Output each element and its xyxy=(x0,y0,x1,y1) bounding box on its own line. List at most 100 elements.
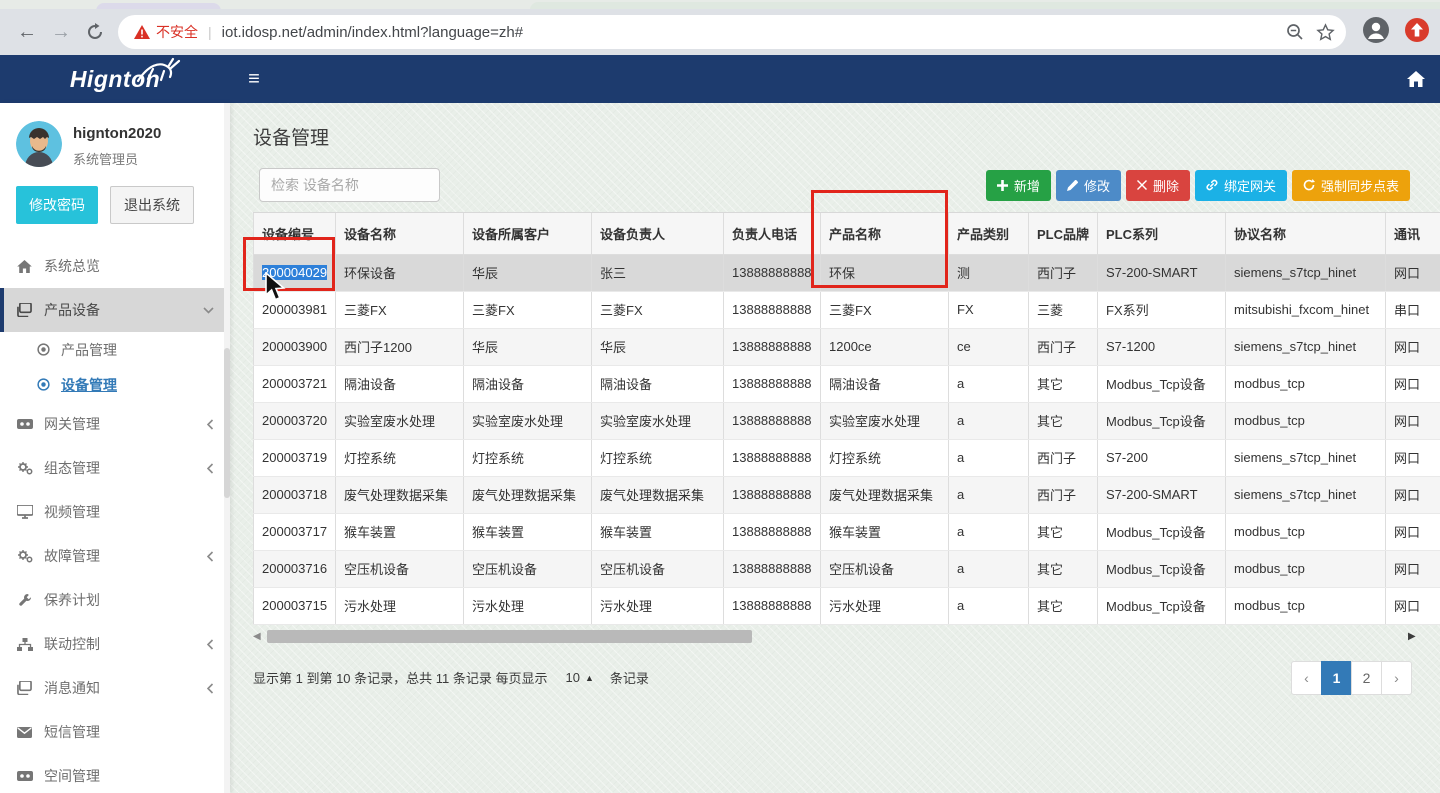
search-input[interactable] xyxy=(259,168,440,202)
column-header[interactable]: PLC系列 xyxy=(1098,213,1226,254)
sidebar-item-configuration-management[interactable]: 组态管理 xyxy=(0,446,230,490)
sidebar-item-label: 产品管理 xyxy=(61,340,117,360)
dot-circle-icon xyxy=(36,343,51,356)
cell-device-id[interactable]: 200003716 xyxy=(254,550,336,587)
browser-tab-active[interactable] xyxy=(530,2,1440,9)
cell-product-category: a xyxy=(949,365,1029,402)
pagination-page-1[interactable]: 1 xyxy=(1321,661,1352,695)
sidebar-scrollbar[interactable] xyxy=(224,103,230,793)
cell-comm-port: 网口 xyxy=(1386,328,1440,365)
url-bar[interactable]: 不安全 | iot.idosp.net/admin/index.html?lan… xyxy=(118,15,1346,49)
envelope-icon xyxy=(16,727,33,738)
cell-device-id[interactable]: 200003720 xyxy=(254,402,336,439)
scroll-left-icon[interactable]: ◀ xyxy=(253,631,265,642)
cell-customer: 华辰 xyxy=(464,254,592,291)
change-password-button[interactable]: 修改密码 xyxy=(16,186,98,224)
page-size-select[interactable]: 10 ▲ xyxy=(565,670,593,685)
browser-update-icon[interactable] xyxy=(1404,17,1430,48)
column-header[interactable]: 通讯 xyxy=(1386,213,1440,254)
sidebar-item-product-management[interactable]: 产品管理 xyxy=(0,332,230,367)
cell-device-id[interactable]: 200003721 xyxy=(254,365,336,402)
browser-tab[interactable] xyxy=(96,3,221,9)
zoom-out-icon[interactable] xyxy=(1280,17,1310,47)
sidebar-item-maintenance-plan[interactable]: 保养计划 xyxy=(0,578,230,622)
bind-gateway-button[interactable]: 绑定网关 xyxy=(1195,170,1287,201)
pagination-page-2[interactable]: 2 xyxy=(1351,661,1382,695)
cell-device-name: 环保设备 xyxy=(336,254,464,291)
table-row[interactable]: 200004029 环保设备 华辰 张三 13888888888 环保 测 西门… xyxy=(254,254,1440,291)
add-button[interactable]: 新增 xyxy=(986,170,1051,201)
cell-device-id[interactable]: 200003717 xyxy=(254,513,336,550)
cell-owner: 废气处理数据采集 xyxy=(592,476,724,513)
cell-device-id[interactable]: 200003718 xyxy=(254,476,336,513)
avatar[interactable] xyxy=(16,121,62,167)
table-row[interactable]: 200003715 污水处理 污水处理 污水处理 13888888888 污水处… xyxy=(254,587,1440,624)
cell-device-id[interactable]: 200004029 xyxy=(254,254,336,291)
table-row[interactable]: 200003717 猴车装置 猴车装置 猴车装置 13888888888 猴车装… xyxy=(254,513,1440,550)
sidebar-item-message-notification[interactable]: 消息通知 xyxy=(0,666,230,710)
cell-plc-series: Modbus_Tcp设备 xyxy=(1098,365,1226,402)
horizontal-scrollbar[interactable]: ◀ ▶ xyxy=(253,628,1428,645)
column-header[interactable]: 设备负责人 xyxy=(592,213,724,254)
sidebar-item-linkage-control[interactable]: 联动控制 xyxy=(0,622,230,666)
sidebar-item-device-management[interactable]: 设备管理 xyxy=(0,367,230,402)
table-toolbar: 新增 修改 删除 绑定网关 强制同步点表 xyxy=(259,168,1410,202)
url-text[interactable]: iot.idosp.net/admin/index.html?language=… xyxy=(222,24,1280,41)
table-row[interactable]: 200003900 西门子1200 华辰 华辰 13888888888 1200… xyxy=(254,328,1440,365)
sidebar-toggle-button[interactable]: ≡ xyxy=(230,55,278,103)
column-header[interactable]: PLC品牌 xyxy=(1029,213,1098,254)
sidebar-item-product-device[interactable]: 产品设备 xyxy=(0,288,230,332)
sidebar-item-fault-management[interactable]: 故障管理 xyxy=(0,534,230,578)
user-panel: hignton2020 系统管理员 xyxy=(0,103,230,172)
column-header[interactable]: 设备编号 xyxy=(254,213,336,254)
sidebar: hignton2020 系统管理员 修改密码 退出系统 系统总览 产品设备 产品… xyxy=(0,103,230,793)
cell-device-id[interactable]: 200003719 xyxy=(254,439,336,476)
cell-plc-brand: 三菱 xyxy=(1029,291,1098,328)
column-header[interactable]: 设备名称 xyxy=(336,213,464,254)
table-row[interactable]: 200003721 隔油设备 隔油设备 隔油设备 13888888888 隔油设… xyxy=(254,365,1440,402)
gears-icon xyxy=(16,549,33,563)
cell-device-id[interactable]: 200003981 xyxy=(254,291,336,328)
chevron-left-icon xyxy=(207,463,214,474)
table-row[interactable]: 200003720 实验室废水处理 实验室废水处理 实验室废水处理 138888… xyxy=(254,402,1440,439)
column-header[interactable]: 产品类别 xyxy=(949,213,1029,254)
column-header[interactable]: 协议名称 xyxy=(1226,213,1386,254)
force-sync-button[interactable]: 强制同步点表 xyxy=(1292,170,1410,201)
table-row[interactable]: 200003716 空压机设备 空压机设备 空压机设备 13888888888 … xyxy=(254,550,1440,587)
logout-button[interactable]: 退出系统 xyxy=(110,186,194,224)
column-header[interactable]: 设备所属客户 xyxy=(464,213,592,254)
sidebar-scrollbar-thumb[interactable] xyxy=(224,348,230,498)
bookmark-star-icon[interactable] xyxy=(1310,17,1340,47)
cell-phone: 13888888888 xyxy=(724,291,821,328)
cell-device-id[interactable]: 200003715 xyxy=(254,587,336,624)
cell-device-id[interactable]: 200003900 xyxy=(254,328,336,365)
forward-icon[interactable]: → xyxy=(44,15,78,49)
products-icon xyxy=(16,303,33,317)
cell-protocol: modbus_tcp xyxy=(1226,550,1386,587)
pagination-next[interactable]: › xyxy=(1381,661,1412,695)
edit-button[interactable]: 修改 xyxy=(1056,170,1121,201)
chevron-left-icon xyxy=(207,639,214,650)
sidebar-item-video-management[interactable]: 视频管理 xyxy=(0,490,230,534)
scroll-right-icon[interactable]: ▶ xyxy=(1408,631,1420,642)
reload-icon[interactable] xyxy=(78,15,112,49)
back-icon[interactable]: ← xyxy=(10,15,44,49)
sidebar-item-space-management[interactable]: 空间管理 xyxy=(0,754,230,793)
column-header[interactable]: 负责人电话 xyxy=(724,213,821,254)
app-header: Hignton ≡ xyxy=(0,55,1440,103)
table-row[interactable]: 200003718 废气处理数据采集 废气处理数据采集 废气处理数据采集 138… xyxy=(254,476,1440,513)
chevron-down-icon xyxy=(203,307,214,314)
sidebar-item-sms-management[interactable]: 短信管理 xyxy=(0,710,230,754)
home-icon[interactable] xyxy=(1392,55,1440,103)
column-header[interactable]: 产品名称 xyxy=(821,213,949,254)
delete-button[interactable]: 删除 xyxy=(1126,170,1190,201)
sidebar-item-label: 设备管理 xyxy=(61,375,117,395)
table-row[interactable]: 200003719 灯控系统 灯控系统 灯控系统 13888888888 灯控系… xyxy=(254,439,1440,476)
record-summary-suffix: 条记录 xyxy=(610,668,649,687)
sidebar-item-gateway-management[interactable]: 网关管理 xyxy=(0,402,230,446)
scrollbar-thumb[interactable] xyxy=(267,630,752,643)
table-row[interactable]: 200003981 三菱FX 三菱FX 三菱FX 13888888888 三菱F… xyxy=(254,291,1440,328)
pagination-prev[interactable]: ‹ xyxy=(1291,661,1322,695)
sidebar-item-system-overview[interactable]: 系统总览 xyxy=(0,244,230,288)
browser-profile-icon[interactable] xyxy=(1362,16,1390,49)
